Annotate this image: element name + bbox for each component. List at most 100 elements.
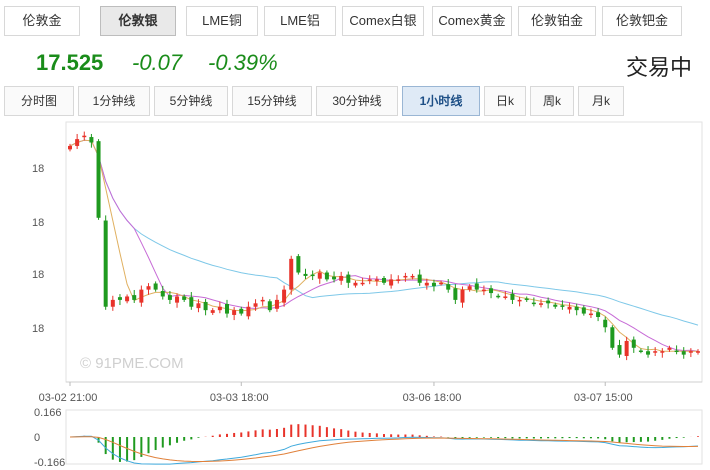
period-tab-1[interactable]: 1分钟线 — [78, 86, 150, 116]
macd-y-tick-label: -0.166 — [34, 457, 65, 469]
candle-body — [467, 286, 472, 290]
period-tab-0[interactable]: 分时图 — [4, 86, 74, 116]
price-change-percent: -0.39% — [208, 50, 278, 75]
x-tick-label: 03-03 18:00 — [210, 392, 269, 404]
candle-body — [524, 298, 529, 301]
macd-y-tick-label: 0.166 — [34, 407, 62, 419]
candle-body — [389, 279, 394, 286]
candle-body — [696, 351, 700, 353]
candle-body — [503, 296, 508, 298]
candle-body — [424, 282, 429, 286]
last-price: 17.525 — [36, 50, 104, 75]
candle-body — [531, 302, 536, 305]
candle-body — [367, 279, 372, 281]
candle-body — [403, 275, 408, 278]
tab-1[interactable]: 伦敦银 — [100, 6, 176, 36]
candle-body — [117, 297, 122, 300]
candle-body — [382, 278, 386, 283]
candle-body — [82, 135, 87, 138]
tab-5[interactable]: Comex黄金 — [432, 6, 512, 36]
period-tab-7[interactable]: 周k — [530, 86, 574, 116]
candle-body — [110, 299, 115, 307]
x-tick-label: 03-02 21:00 — [39, 392, 98, 404]
candle-body — [460, 289, 465, 303]
candle-body — [239, 308, 244, 314]
candle-body — [96, 141, 101, 218]
candle-body — [374, 279, 379, 281]
candle-body — [246, 306, 251, 317]
candle-body — [560, 305, 565, 307]
candle-body — [296, 256, 301, 273]
macd-chart: 0.166 0 -0.166 — [34, 407, 703, 469]
candle-body — [360, 282, 365, 285]
trading-status: 交易中 — [625, 56, 692, 81]
watermark-text: © 91PME.COM — [80, 355, 184, 372]
candle-body — [139, 289, 144, 303]
candle-body — [89, 137, 94, 143]
candle-body — [232, 310, 237, 315]
period-tab-3[interactable]: 15分钟线 — [232, 86, 312, 116]
candle-body — [596, 312, 601, 317]
candle-body — [282, 289, 287, 303]
period-tab-8[interactable]: 月k — [578, 86, 624, 116]
candle-body — [688, 351, 693, 353]
candle-body — [324, 272, 329, 280]
candle-body — [339, 275, 344, 281]
candle-body — [175, 296, 180, 303]
period-tab-6[interactable]: 日k — [484, 86, 526, 116]
candle-body — [68, 145, 72, 150]
candle-body — [125, 296, 130, 302]
candle-body — [203, 301, 208, 311]
tab-3[interactable]: LME铝 — [264, 6, 336, 36]
candle-body — [289, 258, 294, 290]
candle-body — [546, 300, 551, 304]
x-tick-label: 03-06 18:00 — [403, 392, 462, 404]
candle-body — [167, 295, 172, 300]
candle-body — [182, 296, 187, 300]
candle-body — [653, 351, 658, 353]
quote-bar: 17.525 -0.07 -0.39% 交易中 — [0, 40, 710, 86]
candle-body — [431, 282, 436, 287]
y-tick-label: 18 — [32, 269, 44, 281]
candle-body — [517, 299, 522, 302]
candle-body — [631, 339, 636, 348]
candle-body — [481, 289, 486, 292]
candle-body — [674, 350, 679, 353]
candle-body — [567, 306, 572, 310]
candle-body — [510, 293, 515, 300]
candle-body — [75, 139, 80, 146]
candle-body — [103, 220, 108, 307]
metal-tabs: 伦敦金 伦敦银 LME铜 LME铝 Comex白银 Comex黄金 伦敦铂金 伦敦钯金 — [0, 0, 710, 40]
candle-body — [410, 275, 415, 278]
candle-body — [267, 301, 272, 311]
tab-2[interactable]: LME铜 — [186, 6, 258, 36]
candle-body — [160, 291, 165, 297]
y-tick-label: 18 — [32, 163, 44, 175]
candle-body — [646, 351, 651, 355]
y-tick-label: 18 — [32, 323, 44, 335]
price-change: -0.07 — [132, 50, 183, 75]
candle-body — [303, 273, 308, 276]
candle-body — [217, 306, 222, 311]
period-tab-2[interactable]: 5分钟线 — [154, 86, 228, 116]
tab-0[interactable]: 伦敦金 — [4, 6, 80, 36]
x-tick-label: 03-07 15:00 — [574, 392, 633, 404]
plot-area — [65, 121, 703, 383]
candle-body — [489, 288, 494, 294]
candle-body — [610, 327, 615, 348]
period-tab-4[interactable]: 30分钟线 — [316, 86, 398, 116]
candle-body — [446, 284, 451, 290]
tab-7[interactable]: 伦敦钯金 — [602, 6, 682, 36]
candle-body — [346, 274, 351, 283]
candle-body — [453, 288, 458, 300]
tab-6[interactable]: 伦敦铂金 — [518, 6, 596, 36]
candle-body — [253, 303, 258, 307]
tab-4[interactable]: Comex白银 — [342, 6, 424, 36]
candle-body — [132, 295, 137, 300]
candle-body — [638, 350, 643, 353]
candle-body — [439, 282, 444, 285]
period-tab-5[interactable]: 1小时线 — [402, 86, 480, 116]
candle-body — [225, 304, 229, 314]
candle-body — [353, 282, 358, 286]
candle-body — [617, 345, 622, 355]
